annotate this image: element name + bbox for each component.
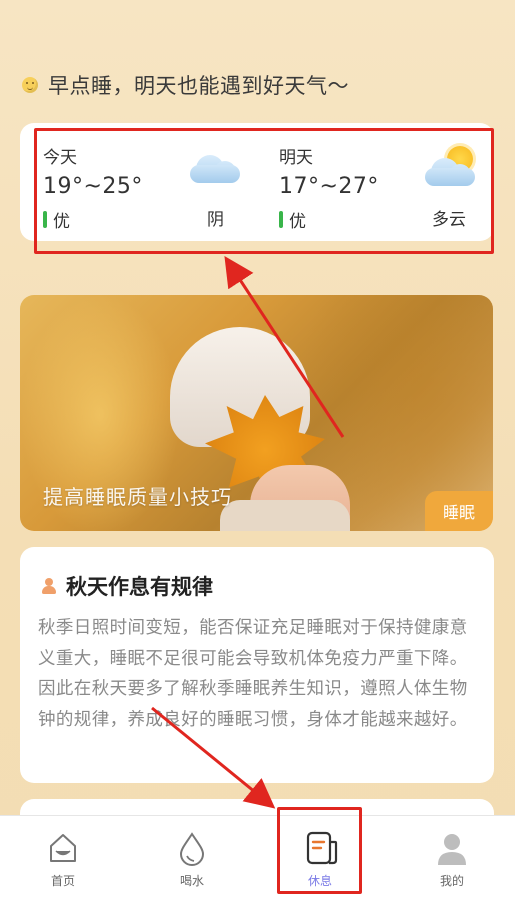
tomorrow-air-quality: 优	[279, 207, 379, 232]
tomorrow-weather: 明天 17°~27° 优	[279, 143, 379, 232]
partly-cloudy-icon	[425, 142, 477, 190]
tab-home-label: 首页	[50, 874, 75, 888]
smile-emoji-icon	[22, 77, 38, 93]
article-body: 秋季日照时间变短，能否保证充足睡眠对于保持健康意义重大，睡眠不足很可能会导致机体…	[38, 618, 468, 730]
today-temp: 19°~25°	[43, 174, 143, 199]
banner-title: 提高睡眠质量小技巧	[43, 485, 232, 509]
greeting: 早点睡，明天也能遇到好天气～	[22, 70, 349, 100]
article-card[interactable]: 秋天作息有规律 秋季日照时间变短，能否保证充足睡眠对于保持健康意义重大，睡眠不足…	[20, 547, 494, 783]
sleep-tips-banner[interactable]: 提高睡眠质量小技巧 睡眠	[20, 295, 493, 531]
air-quality-bar-icon	[279, 211, 283, 228]
tab-profile[interactable]: 我的	[412, 816, 492, 897]
app-screen: 早点睡，明天也能遇到好天气～ 今天 19°~25° 优 阴 明天 17°~27°…	[0, 0, 515, 897]
today-weather: 今天 19°~25° 优	[43, 143, 143, 232]
today-condition: 阴	[207, 210, 224, 230]
today-air-quality: 优	[43, 207, 143, 232]
tomorrow-label: 明天	[279, 148, 313, 168]
tab-water[interactable]: 喝水	[152, 816, 232, 897]
greeting-text: 早点睡，明天也能遇到好天气～	[48, 74, 349, 98]
person-icon	[42, 578, 56, 594]
user-icon	[438, 834, 466, 865]
today-label: 今天	[43, 148, 77, 168]
tomorrow-temp: 17°~27°	[279, 174, 379, 199]
bottom-tab-bar: 首页 喝水 休息 我的	[0, 815, 515, 897]
today-air-quality-value: 优	[53, 212, 70, 232]
banner-tag[interactable]: 睡眠	[425, 491, 493, 531]
tab-water-label: 喝水	[179, 874, 204, 888]
article-title: 秋天作息有规律	[66, 575, 213, 599]
tomorrow-condition: 多云	[432, 210, 466, 230]
rest-tab-highlight-box	[277, 807, 362, 894]
air-quality-bar-icon	[43, 211, 47, 228]
banner-photo-scarf	[220, 500, 350, 531]
tab-profile-label: 我的	[439, 874, 464, 888]
tab-home[interactable]: 首页	[23, 816, 103, 897]
home-icon	[50, 834, 76, 862]
tomorrow-air-quality-value: 优	[289, 212, 306, 232]
cloudy-icon	[190, 145, 242, 185]
water-drop-icon	[179, 832, 205, 866]
article-header: 秋天作息有规律	[42, 571, 213, 601]
